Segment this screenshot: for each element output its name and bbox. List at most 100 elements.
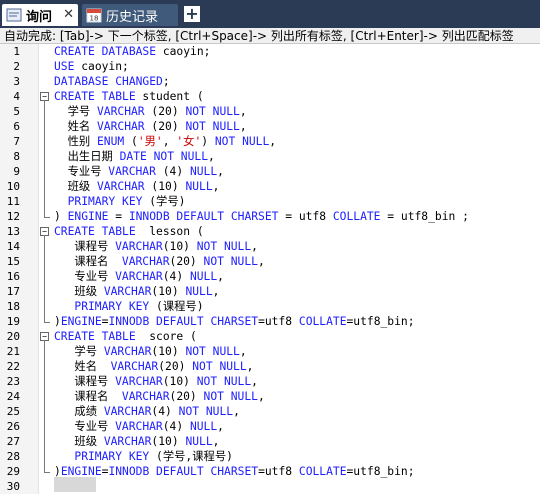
sql-text: 学号 (54, 105, 97, 118)
line-number: 3 (13, 75, 20, 88)
sql-text: =utf8 (258, 465, 299, 478)
sql-text: score ( (142, 330, 197, 343)
sql-keyword: VARCHAR (103, 435, 152, 448)
code-line: 5 学号 VARCHAR (20) NOT NULL, (0, 104, 540, 119)
sql-keyword: COLLATE (298, 465, 347, 478)
sql-text: caoyin; (162, 45, 211, 58)
line-number: 30 (6, 480, 20, 493)
code-text: 姓名 VARCHAR (20) NOT NULL, (54, 119, 247, 134)
code-text: 专业号 VARCHAR (4) NULL, (54, 164, 224, 179)
code-line: 8 出生日期 DATE NOT NULL, (0, 149, 540, 164)
sql-text: , (212, 180, 220, 193)
sql-keyword: NULL (185, 285, 213, 298)
code-text: DATABASE CHANGED; (54, 74, 170, 89)
sql-text: , (246, 360, 254, 373)
code-line: 27 班级 VARCHAR(10) NULL, (0, 434, 540, 449)
sql-text: , (251, 240, 258, 253)
sql-text: , (239, 345, 247, 358)
sql-text: (10) (151, 285, 186, 298)
close-icon[interactable]: ✕ (63, 7, 74, 22)
tab-bar: 询问 ✕ 18 历史记录 + (0, 0, 540, 28)
line-number: 1 (13, 45, 20, 58)
sql-keyword: CREATE TABLE (54, 225, 143, 238)
sql-keyword: NOT NULL (185, 120, 240, 133)
add-tab-button[interactable]: + (184, 6, 200, 22)
sql-text: , (239, 120, 247, 133)
line-number: 27 (6, 435, 20, 448)
sql-keyword: NOT NULL (185, 105, 240, 118)
code-line: 26 专业号 VARCHAR(4) NULL, (0, 419, 540, 434)
code-line: 25 成绩 VARCHAR(4) NOT NULL, (0, 404, 540, 419)
code-text: 姓名 VARCHAR(20) NOT NULL, (54, 359, 253, 374)
sql-text: 课程号 (54, 375, 116, 388)
sql-text: ) (54, 210, 68, 223)
sql-text: (20) (151, 120, 186, 133)
code-line: 1 CREATE DATABASE caoyin; (0, 44, 540, 59)
sql-keyword: NOT NULL (178, 405, 234, 418)
code-text: 课程号 VARCHAR(10) NOT NULL, (54, 239, 258, 254)
sql-text: = (115, 210, 129, 223)
code-text: PRIMARY KEY (学号) (54, 194, 186, 209)
sql-text: 课程号 (54, 240, 116, 253)
sql-text: (4) (162, 270, 190, 283)
fold-guide (44, 340, 45, 471)
sql-keyword: VARCHAR (103, 405, 152, 418)
code-line: 19)ENGINE=INNODB DEFAULT CHARSET=utf8 CO… (0, 314, 540, 329)
sql-text: 专业号 (54, 165, 109, 178)
line-number: 17 (6, 285, 20, 298)
sql-text: (20) (158, 360, 193, 373)
line-number: 26 (6, 420, 20, 433)
fold-guide (44, 100, 45, 216)
sql-text: (20) (169, 255, 204, 268)
line-number: 2 (13, 60, 20, 73)
code-text: 班级 VARCHAR(10) NULL, (54, 434, 219, 449)
code-line: 2 USE caoyin; (0, 59, 540, 74)
line-number: 9 (13, 165, 20, 178)
fold-guide (44, 235, 45, 321)
sql-text: 班级 (54, 435, 104, 448)
code-text: 出生日期 DATE NOT NULL, (54, 149, 215, 164)
tab-history[interactable]: 18 历史记录 (82, 4, 178, 26)
code-line: 12) ENGINE = INNODB DEFAULT CHARSET = ut… (0, 209, 540, 224)
sql-keyword: VARCHAR (115, 240, 163, 253)
code-line: 23 课程号 VARCHAR(10) NOT NULL, (0, 374, 540, 389)
sql-text: caoyin; (81, 60, 129, 73)
sql-text: 课程名 (54, 255, 122, 268)
sql-text: (10) (151, 180, 186, 193)
code-text: 课程名 VARCHAR(20) NOT NULL, (54, 389, 264, 404)
code-line: 22 姓名 VARCHAR(20) NOT NULL, (0, 359, 540, 374)
sql-text: , (217, 420, 224, 433)
line-number: 20 (6, 330, 20, 343)
code-text: 学号 VARCHAR(10) NOT NULL, (54, 344, 247, 359)
code-text: CREATE TABLE score ( (54, 329, 197, 344)
line-number: 16 (6, 270, 20, 283)
sql-text: 姓名 (54, 120, 97, 133)
sql-keyword: VARCHAR (97, 105, 152, 118)
sql-keyword: VARCHAR (115, 270, 163, 283)
sql-keyword: DATE NOT NULL (119, 150, 209, 163)
sql-keyword: CREATE TABLE (54, 90, 143, 103)
sql-keyword: NULL (189, 270, 218, 283)
code-text: 学号 VARCHAR (20) NOT NULL, (54, 104, 247, 119)
sql-text: , (162, 135, 177, 148)
sql-text: (4) (162, 420, 190, 433)
sql-text: =utf8 (258, 315, 299, 328)
sql-keyword: COLLATE (332, 210, 388, 223)
code-line: 6 姓名 VARCHAR (20) NOT NULL, (0, 119, 540, 134)
sql-keyword: VARCHAR (121, 390, 170, 403)
sql-keyword: NOT NULL (203, 390, 258, 403)
sql-keyword: COLLATE (298, 315, 347, 328)
code-text: 专业号 VARCHAR(4) NULL, (54, 419, 224, 434)
sql-keyword: NOT NULL (196, 240, 252, 253)
sql-keyword: DATABASE CHANGED (54, 75, 163, 88)
sql-text: ; (162, 75, 170, 88)
sql-text: 出生日期 (54, 150, 120, 163)
code-text: 课程名 VARCHAR(20) NOT NULL, (54, 254, 264, 269)
sql-text: 专业号 (54, 420, 116, 433)
tab-query[interactable]: 询问 ✕ (2, 4, 78, 26)
sql-keyword: CREATE DATABASE (54, 45, 163, 58)
code-line: 16 专业号 VARCHAR(4) NULL, (0, 269, 540, 284)
query-icon (6, 8, 22, 22)
sql-editor[interactable]: 1 CREATE DATABASE caoyin; 2 USE caoyin; 3 DAT… (0, 44, 540, 494)
